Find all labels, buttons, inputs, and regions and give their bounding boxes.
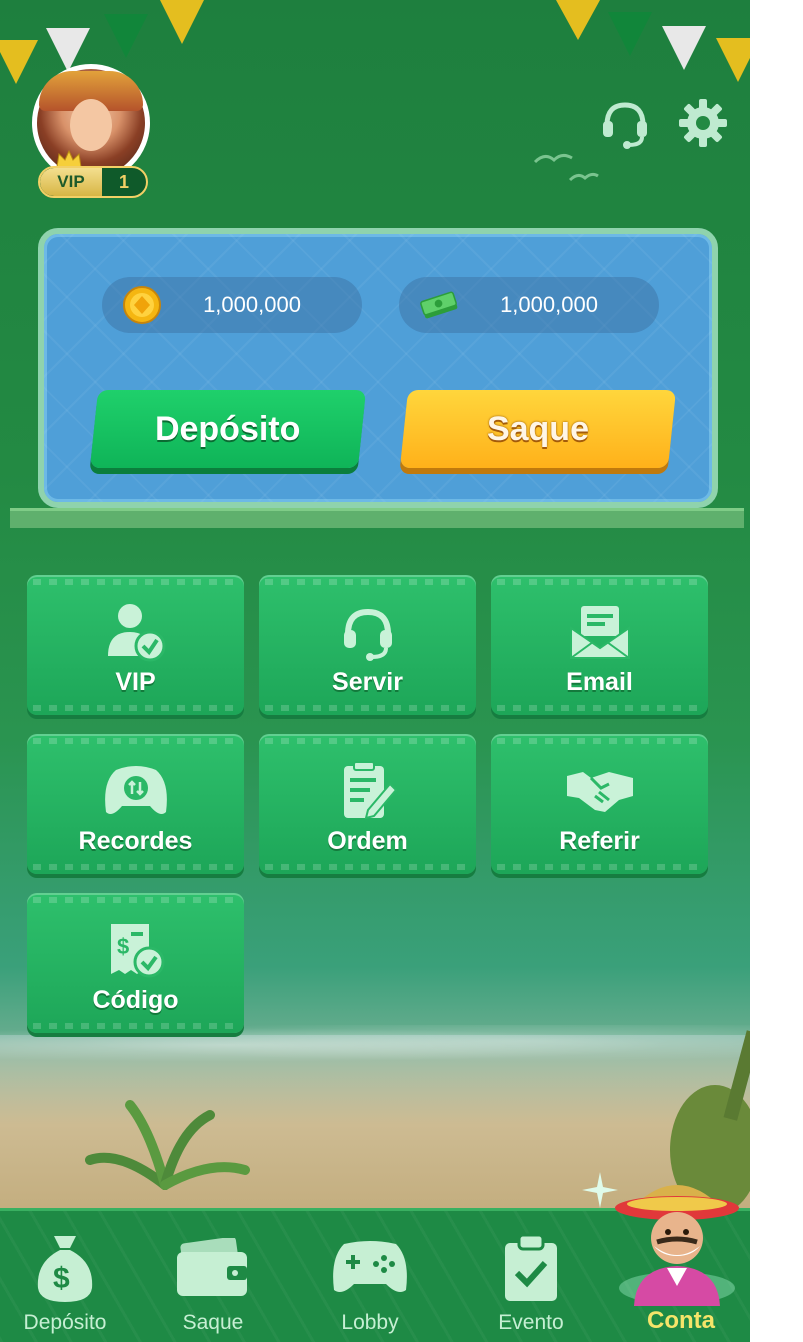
deposit-button-label: Depósito — [155, 409, 301, 448]
player-avatar[interactable] — [32, 64, 150, 182]
menu-tile-label: Código — [92, 986, 179, 1014]
nav-item-saque[interactable]: Saque — [138, 1211, 288, 1342]
nav-label: Depósito — [23, 1311, 107, 1334]
user-check-icon — [101, 600, 171, 664]
handshake-icon — [565, 759, 635, 823]
settings-button[interactable] — [676, 96, 730, 150]
nav-label: Lobby — [341, 1311, 399, 1334]
mascot-avatar[interactable] — [612, 1168, 742, 1308]
wallet-shelf — [10, 508, 744, 528]
menu-tile-ordem[interactable]: Ordem — [259, 734, 476, 874]
cash-balance: 1,000,000 — [399, 277, 659, 333]
receipt-check-icon: $ — [101, 918, 171, 982]
nav-item-deposito[interactable]: $ Depósito — [0, 1211, 140, 1342]
avatar-face — [70, 99, 112, 151]
plant-decoration — [85, 1100, 250, 1190]
nav-label: Evento — [498, 1311, 564, 1334]
clipboard-check-icon — [491, 1229, 571, 1307]
deposit-button[interactable]: Depósito — [89, 390, 367, 468]
coin-icon — [122, 285, 162, 325]
menu-tile-email[interactable]: Email — [491, 575, 708, 715]
clipboard-edit-icon — [333, 759, 403, 823]
birds-decoration — [533, 153, 599, 182]
nav-label: Conta — [647, 1307, 715, 1334]
gamepad-icon — [101, 759, 171, 823]
wallet-icon — [173, 1229, 253, 1307]
vip-badge[interactable]: VIP 1 — [38, 166, 148, 198]
cash-balance-value: 1,000,000 — [500, 292, 598, 317]
menu-tile-label: VIP — [115, 668, 156, 696]
svg-text:$: $ — [117, 934, 129, 959]
cash-bundle-icon — [419, 285, 459, 325]
menu-tile-vip[interactable]: VIP — [27, 575, 244, 715]
nav-item-evento[interactable]: Evento — [456, 1211, 606, 1342]
withdraw-button-label: Saque — [486, 409, 590, 448]
menu-tile-servir[interactable]: Servir — [259, 575, 476, 715]
vip-level: 1 — [118, 171, 129, 192]
menu-tile-label: Referir — [559, 827, 640, 855]
vip-label: VIP — [40, 168, 102, 196]
money-bag-icon: $ — [25, 1229, 105, 1307]
withdraw-button[interactable]: Saque — [399, 390, 677, 468]
menu-tile-codigo[interactable]: $ Código — [27, 893, 244, 1033]
gear-icon — [679, 99, 727, 147]
menu-tile-referir[interactable]: Referir — [491, 734, 708, 874]
support-button[interactable] — [598, 96, 652, 150]
envelope-icon — [565, 600, 635, 664]
nav-label: Saque — [182, 1311, 244, 1334]
headset-icon — [333, 600, 403, 664]
app-screen: VIP 1 1,000,000 1,000,000 Depósito Saque… — [0, 0, 750, 1342]
svg-text:$: $ — [53, 1262, 70, 1295]
coin-balance-value: 1,000,000 — [203, 292, 301, 317]
menu-tile-label: Servir — [332, 668, 403, 696]
menu-tile-recordes[interactable]: Recordes — [27, 734, 244, 874]
wallet-panel: 1,000,000 1,000,000 Depósito Saque — [38, 228, 718, 508]
menu-tile-label: Email — [566, 668, 633, 696]
coin-balance: 1,000,000 — [102, 277, 362, 333]
headset-icon — [603, 102, 647, 149]
sparkle-decoration — [582, 1172, 618, 1208]
nav-item-lobby[interactable]: Lobby — [295, 1211, 445, 1342]
menu-tile-label: Recordes — [78, 827, 193, 855]
gamepad-icon — [330, 1229, 410, 1307]
menu-tile-label: Ordem — [327, 827, 408, 855]
